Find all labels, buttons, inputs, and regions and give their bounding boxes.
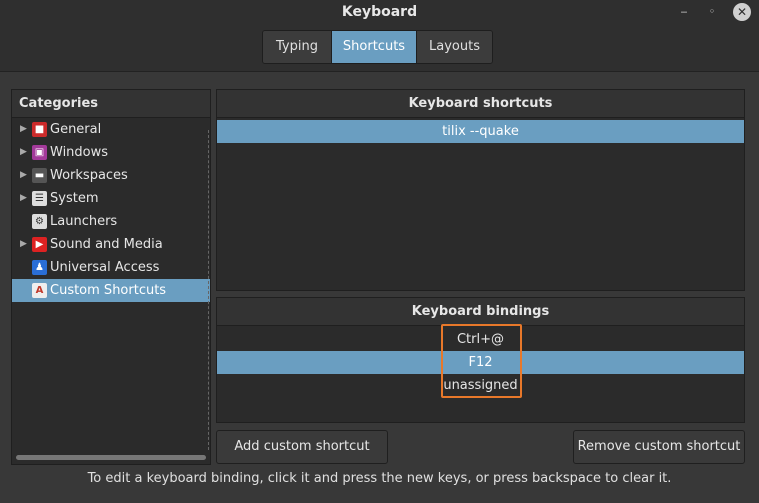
categories-panel: Categories ▶ ■ General ▶ ▣ Windows ▶ ▬ W…: [11, 89, 211, 465]
keyboard-shortcuts-panel: Keyboard shortcuts tilix --quake: [216, 89, 745, 291]
shortcuts-list: tilix --quake: [217, 118, 744, 143]
expand-arrow-icon[interactable]: ▶: [20, 164, 28, 187]
category-universal-access[interactable]: ♟ Universal Access: [12, 256, 210, 279]
system-icon: ☰: [32, 191, 47, 206]
workspaces-icon: ▬: [32, 168, 47, 183]
close-icon[interactable]: ✕: [733, 3, 751, 21]
tab-bar: Typing Shortcuts Layouts: [262, 30, 493, 64]
window-title: Keyboard: [341, 4, 418, 20]
universal-access-icon: ♟: [32, 260, 47, 275]
horizontal-scrollbar[interactable]: [16, 455, 206, 460]
category-label: Custom Shortcuts: [50, 283, 167, 298]
hint-text: To edit a keyboard binding, click it and…: [87, 471, 672, 486]
keyboard-bindings-header: Keyboard bindings: [217, 298, 744, 326]
add-custom-shortcut-button[interactable]: Add custom shortcut: [216, 430, 388, 464]
expand-arrow-icon[interactable]: ▶: [20, 187, 28, 210]
remove-custom-shortcut-button[interactable]: Remove custom shortcut: [573, 430, 745, 464]
category-label: Sound and Media: [50, 237, 163, 252]
category-sound-and-media[interactable]: ▶ ▶ Sound and Media: [12, 233, 210, 256]
windows-icon: ▣: [32, 145, 47, 160]
category-system[interactable]: ▶ ☰ System: [12, 187, 210, 210]
category-label: Workspaces: [50, 168, 128, 183]
minimize-icon[interactable]: ‒: [676, 4, 692, 20]
expand-arrow-icon[interactable]: ▶: [20, 118, 28, 141]
title-bar: Keyboard ‒ ◦ ✕ Typing Shortcuts Layouts: [0, 0, 759, 72]
category-custom-shortcuts[interactable]: A Custom Shortcuts: [12, 279, 210, 302]
pane-divider[interactable]: [208, 130, 209, 450]
annotation-highlight-box: [441, 324, 522, 398]
category-workspaces[interactable]: ▶ ▬ Workspaces: [12, 164, 210, 187]
keyboard-shortcuts-header: Keyboard shortcuts: [217, 90, 744, 118]
shortcut-row[interactable]: tilix --quake: [217, 120, 744, 143]
category-label: Universal Access: [50, 260, 160, 275]
category-windows[interactable]: ▶ ▣ Windows: [12, 141, 210, 164]
tab-layouts[interactable]: Layouts: [417, 31, 492, 63]
category-label: Windows: [50, 145, 109, 160]
category-label: System: [50, 191, 99, 206]
category-label: General: [50, 122, 102, 137]
category-launchers[interactable]: ⚙ Launchers: [12, 210, 210, 233]
tab-shortcuts[interactable]: Shortcuts: [332, 31, 417, 63]
expand-arrow-icon[interactable]: ▶: [20, 233, 28, 256]
general-icon: ■: [32, 122, 47, 137]
sound-media-icon: ▶: [32, 237, 47, 252]
expand-arrow-icon[interactable]: ▶: [20, 141, 28, 164]
categories-list: ▶ ■ General ▶ ▣ Windows ▶ ▬ Workspaces ▶…: [12, 118, 210, 302]
categories-header: Categories: [12, 90, 210, 118]
maximize-icon[interactable]: ◦: [704, 4, 720, 20]
custom-shortcuts-icon: A: [32, 283, 47, 298]
launchers-icon: ⚙: [32, 214, 47, 229]
category-general[interactable]: ▶ ■ General: [12, 118, 210, 141]
category-label: Launchers: [50, 214, 118, 229]
tab-typing[interactable]: Typing: [263, 31, 332, 63]
